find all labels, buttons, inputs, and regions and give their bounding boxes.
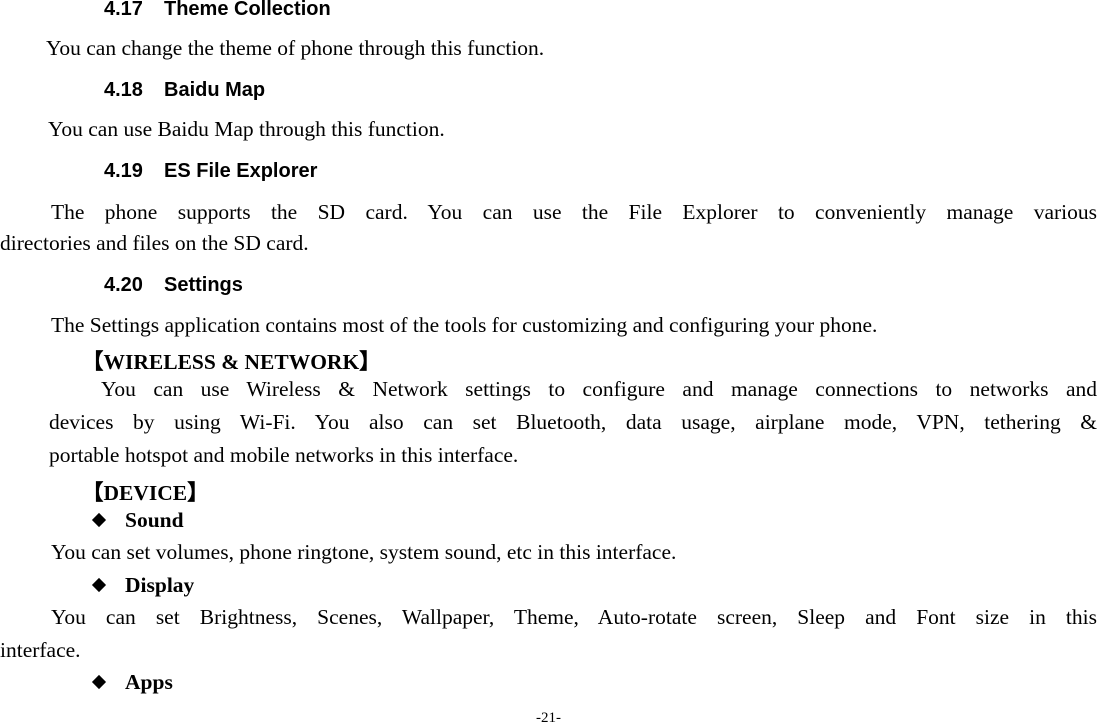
bullet-title: Apps xyxy=(125,670,173,694)
section-title: Theme Collection xyxy=(164,0,331,20)
section-4-20-heading: 4.20 Settings xyxy=(104,274,243,297)
bullet-title: Sound xyxy=(125,508,184,532)
bullet-display: Display xyxy=(90,573,194,598)
section-4-19-body-line2: directories and files on the SD card. xyxy=(0,231,309,255)
wireless-body-line1: You can use Wireless & Network settings … xyxy=(101,377,1097,401)
section-4-17-body: You can change the theme of phone throug… xyxy=(46,36,545,60)
section-4-20-body: The Settings application contains most o… xyxy=(51,313,878,337)
display-body-line1: You can set Brightness, Scenes, Wallpape… xyxy=(51,605,1097,629)
wireless-network-heading: 【WIRELESS & NETWORK】 xyxy=(82,350,381,374)
page-number: -21- xyxy=(536,710,561,726)
bullet-title: Display xyxy=(125,573,195,597)
section-number: 4.17 xyxy=(104,0,143,20)
device-heading: 【DEVICE】 xyxy=(82,481,209,505)
wireless-body-line2: devices by using Wi-Fi. You also can set… xyxy=(49,410,1097,434)
section-title: Settings xyxy=(164,274,243,296)
bullet-sound: Sound xyxy=(90,508,184,533)
section-number: 4.19 xyxy=(104,160,143,182)
diamond-bullet-icon xyxy=(91,674,107,690)
section-4-18-heading: 4.18 Baidu Map xyxy=(104,79,265,102)
wireless-body-line3: portable hotspot and mobile networks in … xyxy=(49,443,519,467)
section-title: Baidu Map xyxy=(164,79,266,101)
sound-body: You can set volumes, phone ringtone, sys… xyxy=(51,540,677,564)
section-4-18-body: You can use Baidu Map through this funct… xyxy=(48,117,445,141)
section-4-19-body-line1: The phone supports the SD card. You can … xyxy=(51,200,1097,224)
section-4-17-heading: 4.17 Theme Collection xyxy=(104,0,331,21)
bullet-apps: Apps xyxy=(90,670,173,695)
diamond-bullet-icon xyxy=(91,577,107,593)
section-4-19-heading: 4.19 ES File Explorer xyxy=(104,160,317,183)
diamond-bullet-icon xyxy=(91,512,107,528)
display-body-line2: interface. xyxy=(0,638,81,662)
section-number: 4.20 xyxy=(104,274,143,296)
section-number: 4.18 xyxy=(104,79,143,101)
section-title: ES File Explorer xyxy=(164,160,318,182)
